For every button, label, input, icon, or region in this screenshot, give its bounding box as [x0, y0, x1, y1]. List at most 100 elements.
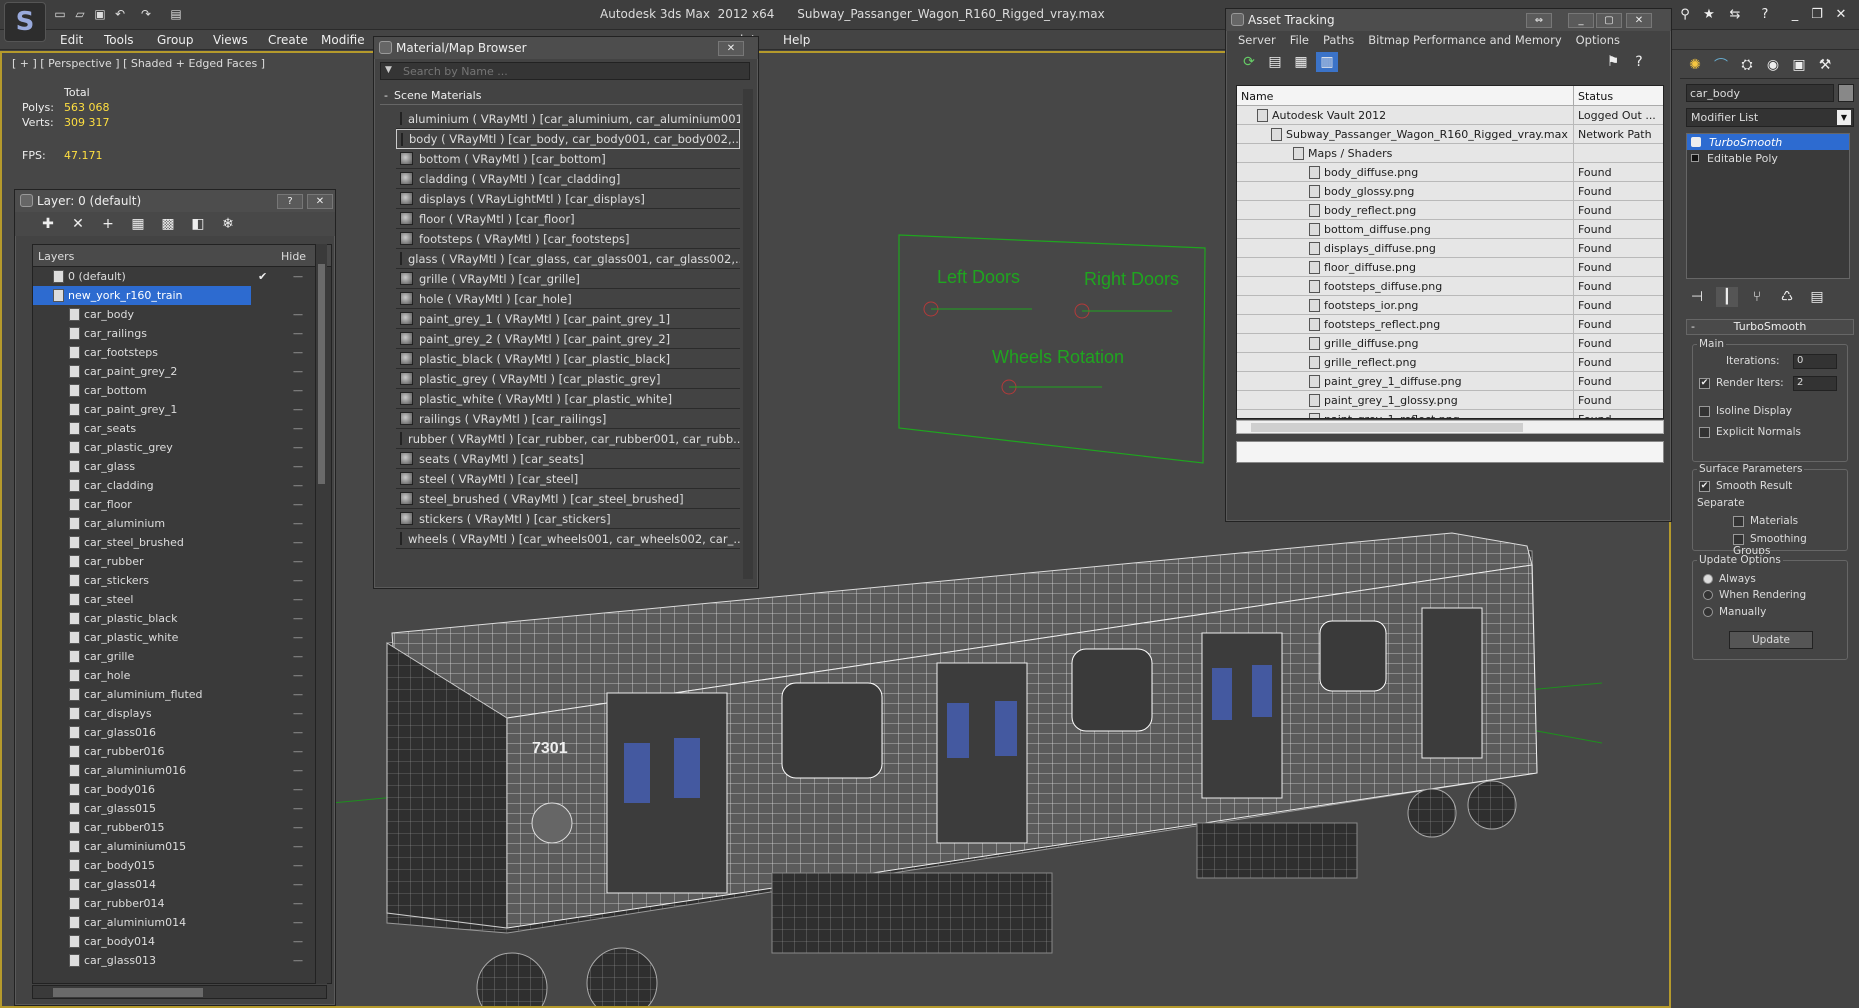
list-view-icon[interactable]: ▤	[1264, 52, 1286, 72]
hide-toggle[interactable]: ----	[293, 766, 303, 776]
material-item[interactable]: seats ( VRayMtl ) [car_seats]	[396, 449, 740, 469]
asset-row[interactable]: grille_diffuse.png Found	[1237, 334, 1663, 353]
asset-col-name[interactable]: Name	[1237, 86, 1573, 105]
when-rendering-radio[interactable]	[1703, 590, 1713, 600]
material-item[interactable]: displays ( VRayLightMtl ) [car_displays]	[396, 189, 740, 209]
smooth-result-checkbox[interactable]: ✔	[1699, 480, 1710, 492]
material-item[interactable]: railings ( VRayMtl ) [car_railings]	[396, 409, 740, 429]
layer-item[interactable]: car_glass016 ----	[33, 723, 331, 742]
favorites-icon[interactable]: ★	[1700, 5, 1718, 23]
hide-toggle[interactable]: ----	[293, 348, 303, 358]
asset-row[interactable]: body_glossy.png Found	[1237, 182, 1663, 201]
material-scrollbar[interactable]	[743, 89, 753, 579]
stack-item-editable-poly[interactable]: Editable Poly	[1687, 150, 1849, 166]
hide-toggle[interactable]: ----	[293, 690, 303, 700]
menu-edit[interactable]: Edit	[60, 33, 83, 47]
material-item[interactable]: glass ( VRayMtl ) [car_glass, car_glass0…	[396, 249, 740, 269]
hide-toggle[interactable]: ----	[293, 861, 303, 871]
manually-row[interactable]: Manually	[1703, 606, 1766, 618]
close-icon[interactable]: ✕	[1832, 5, 1850, 23]
material-item[interactable]: grille ( VRayMtl ) [car_grille]	[396, 269, 740, 289]
layer-item[interactable]: car_cladding ----	[33, 476, 331, 495]
material-item[interactable]: wheels ( VRayMtl ) [car_wheels001, car_w…	[396, 529, 740, 549]
redo-icon[interactable]: ↷	[138, 6, 154, 22]
always-radio[interactable]	[1703, 574, 1713, 584]
layer-item[interactable]: car_footsteps ----	[33, 343, 331, 362]
modify-tab-icon[interactable]: ⌒	[1710, 55, 1732, 75]
configure-sets-icon[interactable]: ▤	[1806, 287, 1828, 307]
object-color-swatch[interactable]	[1838, 84, 1854, 102]
pin-stack-icon[interactable]: ⊣	[1686, 287, 1708, 307]
hide-toggle[interactable]: ----	[293, 671, 303, 681]
asset-row[interactable]: floor_diffuse.png Found	[1237, 258, 1663, 277]
layer-item[interactable]: car_stickers ----	[33, 571, 331, 590]
asset-row[interactable]: bottom_diffuse.png Found	[1237, 220, 1663, 239]
material-item[interactable]: paint_grey_1 ( VRayMtl ) [car_paint_grey…	[396, 309, 740, 329]
smoothing-groups-checkbox[interactable]	[1733, 533, 1744, 545]
hide-toggle[interactable]: ----	[293, 614, 303, 624]
update-button[interactable]: Update	[1729, 631, 1813, 649]
utilities-tab-icon[interactable]: ⚒	[1814, 55, 1836, 75]
hide-toggle[interactable]: ----	[293, 899, 303, 909]
make-unique-icon[interactable]: ⑂	[1746, 287, 1768, 307]
hierarchy-tab-icon[interactable]: ⛭	[1736, 55, 1758, 75]
menu-modifiers[interactable]: Modifie	[321, 33, 365, 47]
asset-row[interactable]: paint_grey_1_reflect.png Found	[1237, 410, 1663, 418]
display-tab-icon[interactable]: ▣	[1788, 55, 1810, 75]
open-file-icon[interactable]: ▱	[72, 6, 88, 22]
menu-views[interactable]: Views	[213, 33, 248, 47]
layer-item[interactable]: car_body015 ----	[33, 856, 331, 875]
layer-item[interactable]: car_aluminium015 ----	[33, 837, 331, 856]
search-options-icon[interactable]: ▼	[385, 65, 392, 75]
highlight-icon[interactable]: ⚑	[1602, 52, 1624, 72]
always-row[interactable]: Always	[1703, 573, 1756, 585]
bulb-icon[interactable]	[1691, 137, 1701, 147]
material-item[interactable]: bottom ( VRayMtl ) [car_bottom]	[396, 149, 740, 169]
asset-col-status[interactable]: Status	[1573, 86, 1617, 105]
render-iters-spinner[interactable]: 2	[1793, 376, 1837, 391]
col-layers-header[interactable]: Layers	[38, 250, 74, 263]
layer-item[interactable]: car_glass014 ----	[33, 875, 331, 894]
layer-item[interactable]: car_displays ----	[33, 704, 331, 723]
material-item[interactable]: body ( VRayMtl ) [car_body, car_body001,…	[396, 129, 740, 149]
hide-toggle[interactable]: ----	[293, 576, 303, 586]
chevron-down-icon[interactable]: ▼	[1837, 110, 1851, 125]
render-iters-checkbox[interactable]: ✔	[1699, 377, 1710, 389]
hide-toggle[interactable]: ----	[293, 424, 303, 434]
hide-toggle[interactable]: ----	[293, 386, 303, 396]
menu-group[interactable]: Group	[157, 33, 194, 47]
layer-item[interactable]: car_body ----	[33, 305, 331, 324]
asset-dock-button[interactable]: ⇔	[1526, 13, 1552, 28]
material-browser-titlebar[interactable]: Material/Map Browser ✕	[374, 37, 758, 59]
hide-toggle[interactable]: ----	[293, 481, 303, 491]
hide-toggle[interactable]: ----	[293, 804, 303, 814]
material-item[interactable]: footsteps ( VRayMtl ) [car_footsteps]	[396, 229, 740, 249]
asset-row[interactable]: Maps / Shaders	[1237, 144, 1663, 163]
layer-item[interactable]: car_aluminium_fluted ----	[33, 685, 331, 704]
layer-item[interactable]: car_plastic_black ----	[33, 609, 331, 628]
create-layer-icon[interactable]: ✚	[37, 214, 59, 234]
hide-toggle[interactable]: ----	[293, 310, 303, 320]
hide-toggle[interactable]: ----	[293, 633, 303, 643]
detail-view-icon[interactable]: ▥	[1316, 52, 1338, 72]
layer-item[interactable]: car_steel ----	[33, 590, 331, 609]
hide-toggle[interactable]: ----	[293, 747, 303, 757]
hide-toggle[interactable]: ----	[293, 785, 303, 795]
hide-toggle[interactable]: ----	[293, 880, 303, 890]
isoline-checkbox[interactable]	[1699, 405, 1710, 417]
asset-row[interactable]: paint_grey_1_diffuse.png Found	[1237, 372, 1663, 391]
layer-item[interactable]: car_rubber015 ----	[33, 818, 331, 837]
asset-row[interactable]: footsteps_diffuse.png Found	[1237, 277, 1663, 296]
asset-horizontal-scrollbar[interactable]	[1236, 420, 1664, 434]
stack-item-turbosmooth[interactable]: TurboSmooth	[1687, 134, 1849, 150]
hide-toggle[interactable]: ----	[293, 443, 303, 453]
hide-toggle[interactable]: ----	[293, 329, 303, 339]
asset-menu-file[interactable]: File	[1290, 33, 1309, 47]
materials-row[interactable]: Materials	[1733, 515, 1798, 527]
material-browser-close-button[interactable]: ✕	[718, 41, 744, 56]
help-icon[interactable]: ?	[1756, 5, 1774, 23]
hide-toggle[interactable]: ----	[293, 272, 303, 282]
explicit-normals-row[interactable]: Explicit Normals	[1699, 426, 1801, 438]
layer-item[interactable]: car_body014 ----	[33, 932, 331, 951]
material-item[interactable]: floor ( VRayMtl ) [car_floor]	[396, 209, 740, 229]
